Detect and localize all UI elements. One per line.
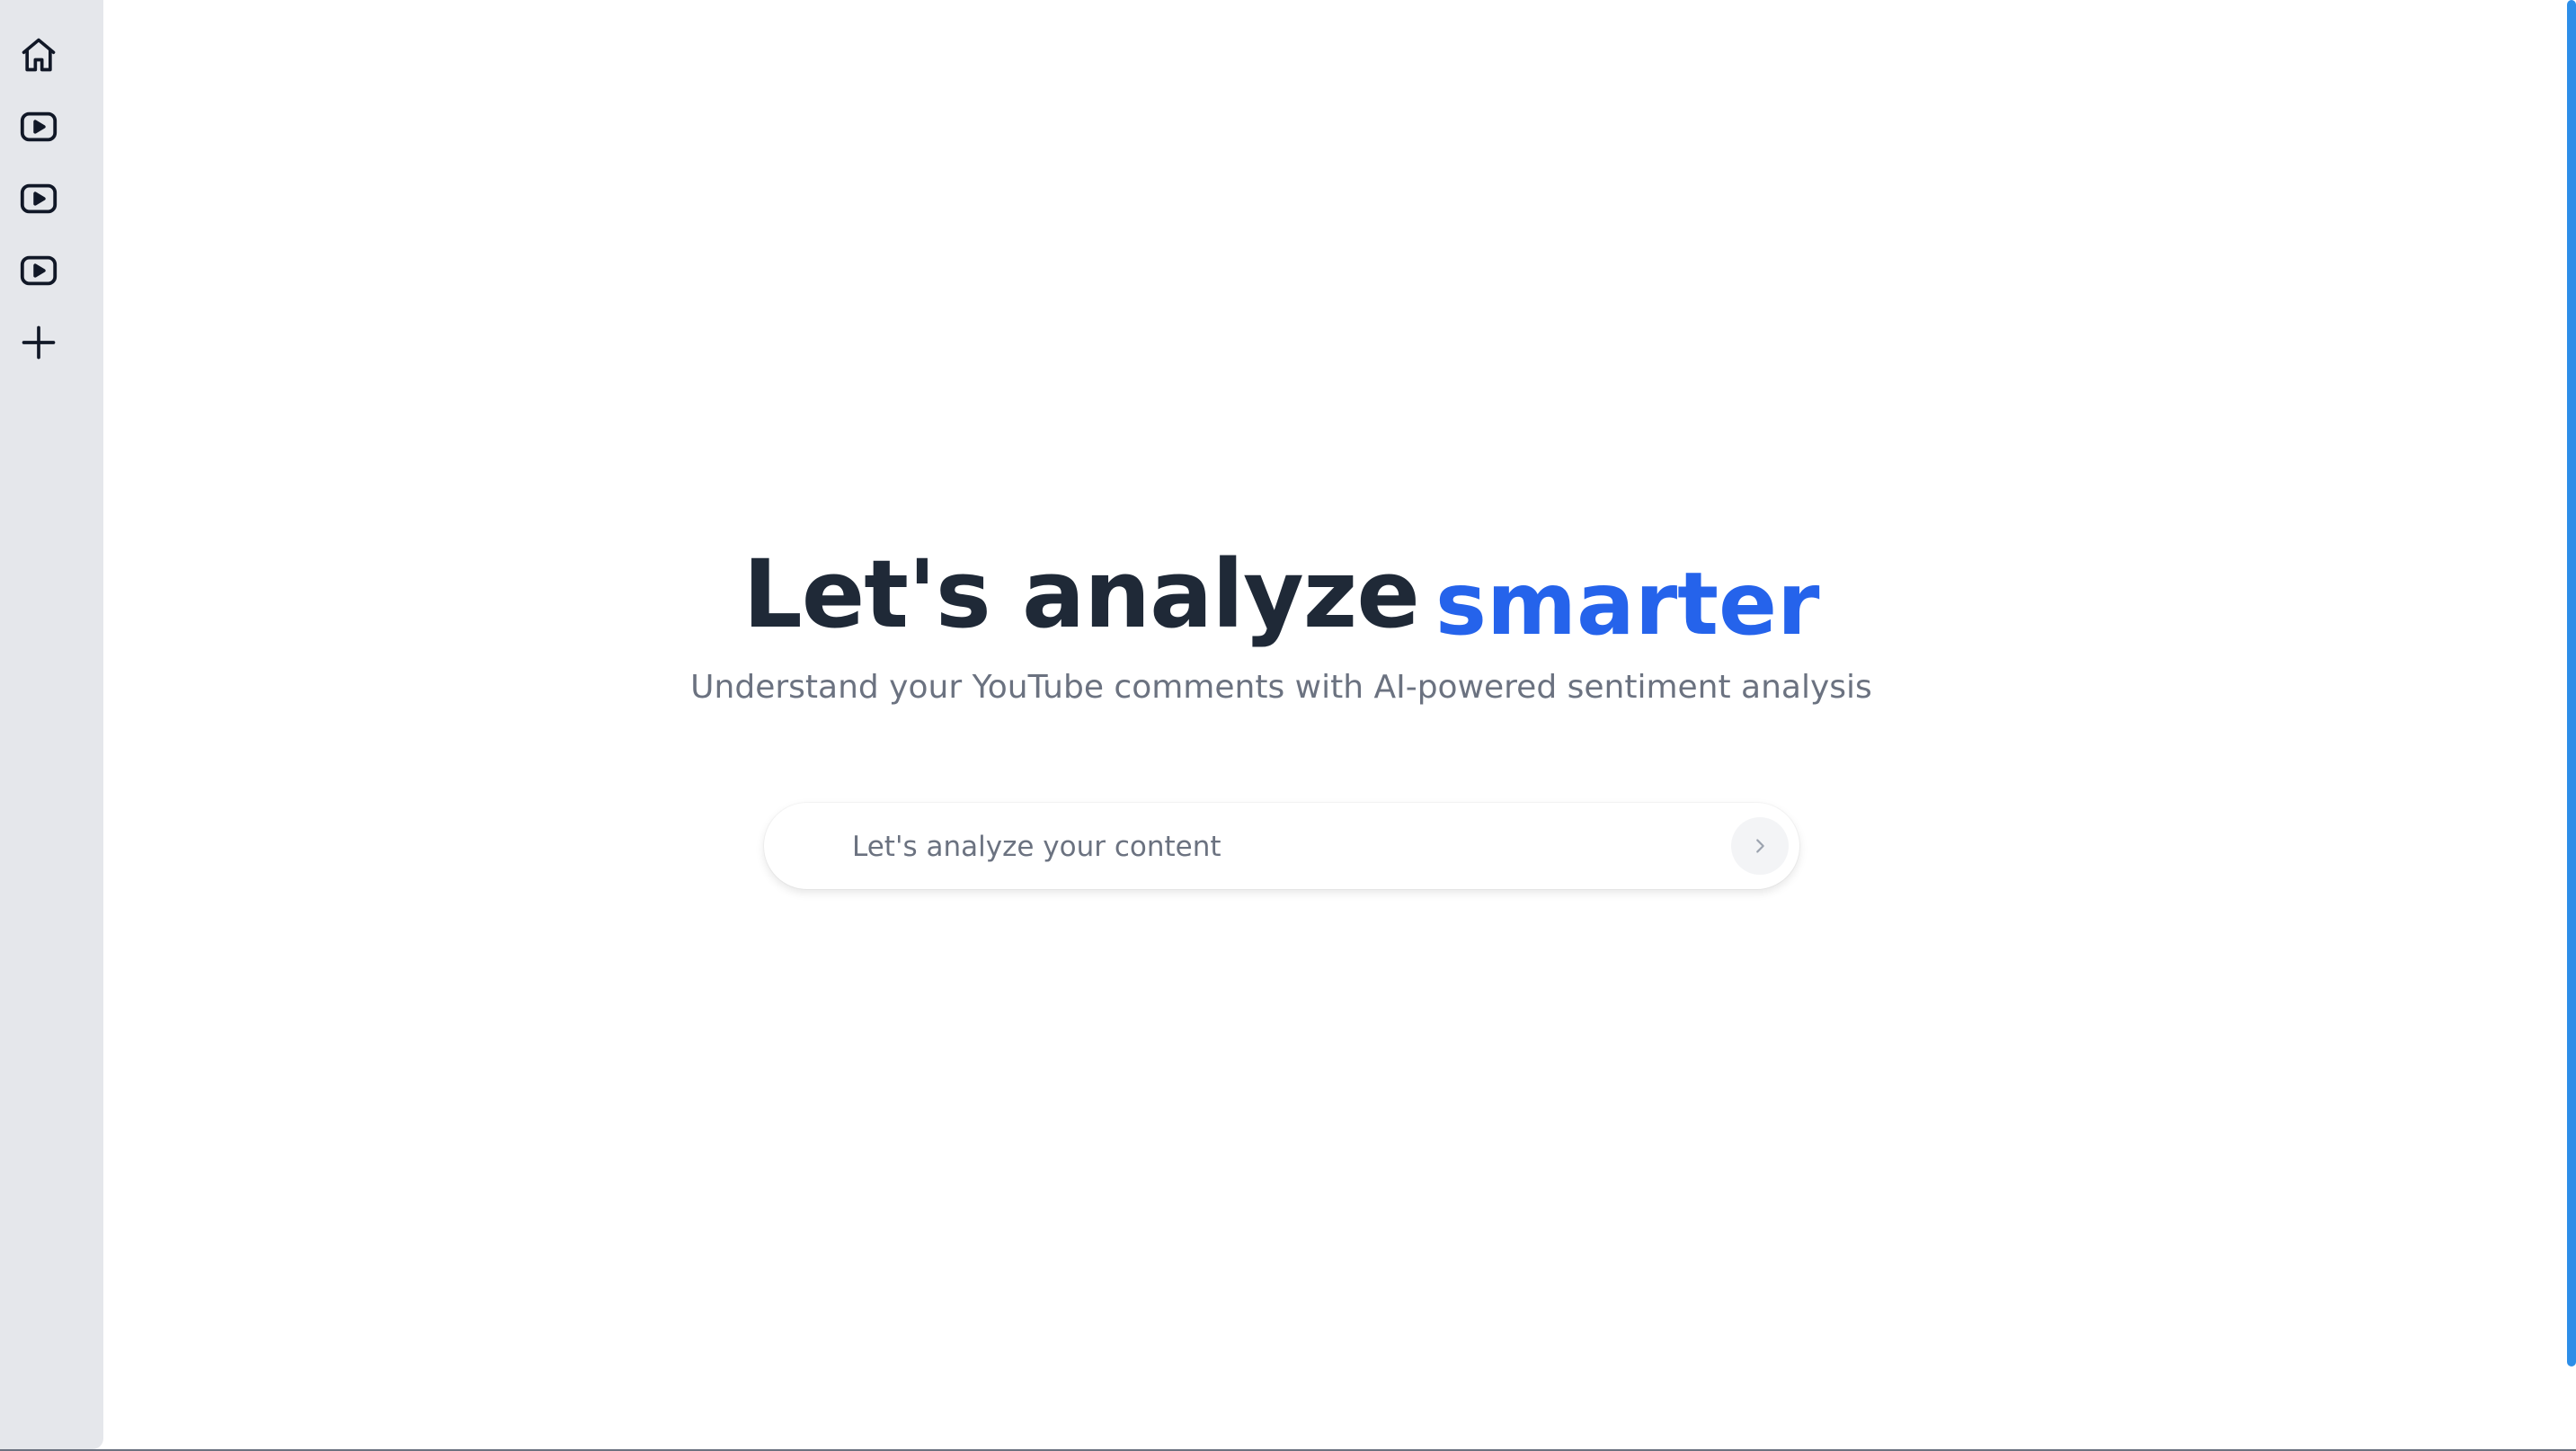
sidebar-item-video-2[interactable] [14,174,63,223]
title-main: Let's analyze [742,539,1419,649]
sidebar-item-add[interactable] [14,318,63,367]
youtube-play-icon [20,183,58,214]
sidebar-item-home[interactable] [14,31,63,79]
title-accent: smarter [1435,554,1820,654]
sidebar-item-video-3[interactable] [14,246,63,295]
page-subtitle: Understand your YouTube comments with AI… [690,669,1872,706]
scrollbar-thumb[interactable] [2567,0,2576,1366]
main-content: Let's analyze smarter Understand your You… [103,0,2459,1451]
youtube-play-icon [20,255,58,286]
search-bar [764,803,1799,891]
chevron-right-icon [1756,839,1764,853]
page-title: Let's analyze smarter [103,539,2459,654]
app-window: Let's analyze smarter Understand your You… [0,0,2576,1451]
sidebar-item-video-1[interactable] [14,102,63,151]
sidebar [0,0,103,1449]
submit-button[interactable] [1731,817,1789,875]
content-input[interactable] [850,803,1663,891]
home-icon [22,38,56,72]
plus-icon [22,325,56,360]
youtube-play-icon [20,111,58,142]
scrollbar[interactable] [2565,0,2576,1451]
